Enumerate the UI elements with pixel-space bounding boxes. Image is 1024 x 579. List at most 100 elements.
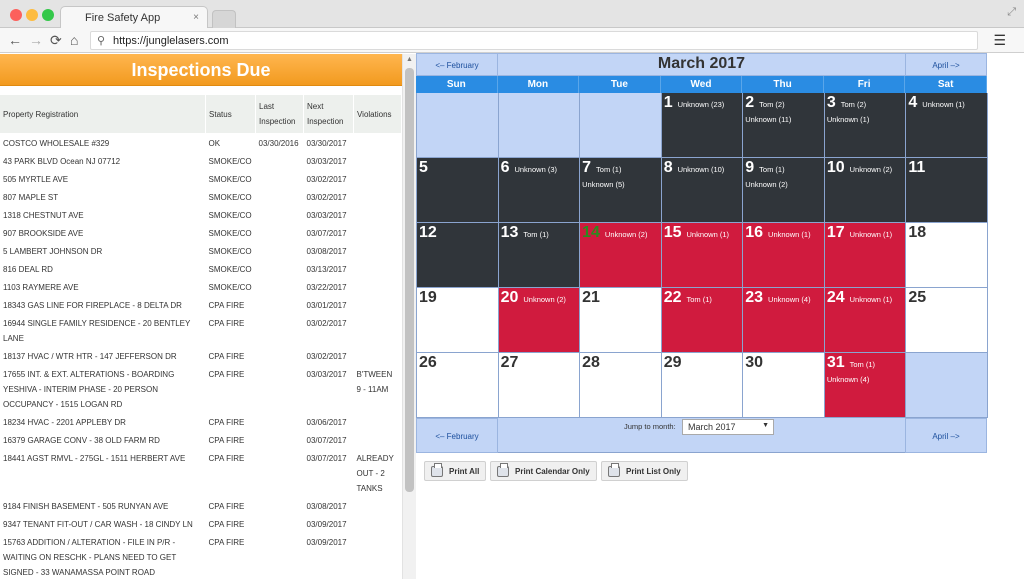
calendar-day[interactable]: 15 Unknown (1) (661, 223, 744, 288)
table-row[interactable]: COSTCO WHOLESALE #329 OK 03/30/2016 03/30/2… (0, 133, 402, 151)
month-select[interactable]: March 2017 ▼ (682, 419, 774, 435)
column-header[interactable]: Last Inspection (255, 95, 304, 133)
print-all-button[interactable]: Print All (424, 461, 487, 481)
table-row[interactable]: 907 BROOKSIDE AVE SMOKE/CO 03/07/2017 (0, 223, 402, 241)
table-row[interactable]: 807 MAPLE ST SMOKE/CO 03/02/2017 (0, 187, 402, 205)
calendar-day[interactable]: 25 (906, 288, 988, 353)
calendar-event[interactable]: Unknown (23) (678, 100, 725, 109)
calendar-day[interactable]: 24 Unknown (1) (824, 288, 907, 353)
prev-month-link[interactable]: <– February (416, 53, 498, 76)
table-row[interactable]: 18234 HVAC - 2201 APPLEBY DR CPA FIRE 03/0… (0, 412, 402, 430)
calendar-event[interactable]: Unknown (4) (768, 295, 811, 304)
calendar-event[interactable]: Tom (1) (850, 360, 875, 369)
calendar-day[interactable]: 26 (417, 353, 499, 418)
calendar-day[interactable]: 14 Unknown (2) (580, 223, 662, 288)
calendar-event[interactable]: Tom (1) (759, 165, 784, 174)
calendar-event[interactable]: Tom (1) (523, 230, 548, 239)
maximize-window-button[interactable] (42, 9, 54, 21)
calendar-day[interactable]: 20 Unknown (2) (498, 288, 581, 353)
minimize-window-button[interactable] (26, 9, 38, 21)
calendar-event[interactable]: Tom (2) (759, 100, 784, 109)
table-row[interactable]: 16379 GARAGE CONV - 38 OLD FARM RD CPA FI… (0, 430, 402, 448)
column-header[interactable]: Status (205, 95, 257, 133)
address-bar[interactable]: ⚲ https://junglelasers.com (90, 31, 978, 50)
calendar-day[interactable]: 3 Tom (2) Unknown (1) (824, 93, 907, 158)
calendar-event[interactable]: Unknown (5) (582, 177, 659, 192)
table-row[interactable]: 1318 CHESTNUT AVE SMOKE/CO 03/03/2017 (0, 205, 402, 223)
calendar-event[interactable]: Unknown (2) (850, 165, 893, 174)
table-row[interactable]: 5 LAMBERT JOHNSON DR SMOKE/CO 03/08/2017 (0, 241, 402, 259)
calendar-event[interactable]: Unknown (1) (850, 230, 893, 239)
calendar-event[interactable]: Tom (2) (841, 100, 866, 109)
calendar-day[interactable]: 10 Unknown (2) (824, 158, 907, 223)
calendar-day[interactable]: 6 Unknown (3) (498, 158, 581, 223)
fullscreen-icon[interactable]: ⤢ (1007, 6, 1016, 19)
new-tab-button[interactable] (212, 10, 236, 28)
column-header[interactable]: Property Registration (0, 95, 207, 133)
table-row[interactable]: 18137 HVAC / WTR HTR - 147 JEFFERSON DR C… (0, 346, 402, 364)
calendar-day[interactable]: 17 Unknown (1) (824, 223, 907, 288)
calendar-event[interactable]: Unknown (2) (745, 177, 822, 192)
home-icon[interactable]: ⌂ (70, 32, 78, 48)
table-row[interactable]: 9184 FINISH BASEMENT - 505 RUNYAN AVE CPA… (0, 496, 402, 514)
calendar-day[interactable]: 22 Tom (1) (661, 288, 744, 353)
calendar-event[interactable]: Unknown (1) (850, 295, 893, 304)
column-header[interactable]: Violations (353, 95, 402, 133)
calendar-day[interactable]: 18 (906, 223, 988, 288)
calendar-day[interactable]: 12 (417, 223, 499, 288)
next-month-link-bottom[interactable]: April –> (905, 418, 987, 453)
calendar-event[interactable]: Unknown (2) (523, 295, 566, 304)
calendar-day[interactable]: 23 Unknown (4) (743, 288, 825, 353)
calendar-day[interactable]: 7 Tom (1) Unknown (5) (580, 158, 662, 223)
table-row[interactable]: 18441 AGST RMVL - 275GL - 1511 HERBERT A… (0, 448, 402, 496)
table-row[interactable]: 15763 ADDITION / ALTERATION - FILE IN P/… (0, 532, 402, 579)
column-header[interactable]: Next Inspection (303, 95, 354, 133)
calendar-day[interactable]: 9 Tom (1) Unknown (2) (743, 158, 825, 223)
tab-close-icon[interactable]: × (193, 12, 199, 23)
calendar-event[interactable]: Unknown (2) (605, 230, 648, 239)
calendar-event[interactable]: Unknown (11) (745, 112, 822, 127)
calendar-event[interactable]: Unknown (3) (514, 165, 557, 174)
calendar-day[interactable]: 13 Tom (1) (498, 223, 581, 288)
next-month-link[interactable]: April –> (905, 53, 987, 76)
print-list-button[interactable]: Print List Only (601, 461, 688, 481)
browser-tab[interactable]: Fire Safety App × (60, 6, 208, 29)
calendar-day[interactable]: 8 Unknown (10) (661, 158, 744, 223)
calendar-event[interactable]: Unknown (1) (827, 112, 904, 127)
calendar-day[interactable]: 5 (417, 158, 499, 223)
table-row[interactable]: 1103 RAYMERE AVE SMOKE/CO 03/22/2017 (0, 277, 402, 295)
table-row[interactable]: 16944 SINGLE FAMILY RESIDENCE - 20 BENTL… (0, 313, 402, 346)
print-calendar-button[interactable]: Print Calendar Only (490, 461, 597, 481)
calendar-event[interactable]: Unknown (10) (678, 165, 725, 174)
prev-month-link-bottom[interactable]: <– February (416, 418, 498, 453)
calendar-day[interactable]: 16 Unknown (1) (743, 223, 825, 288)
back-icon[interactable]: ← (8, 32, 22, 48)
table-row[interactable]: 9347 TENANT FIT-OUT / CAR WASH - 18 CIND… (0, 514, 402, 532)
table-row[interactable]: 17655 INT. & EXT. ALTERATIONS - BOARDING… (0, 364, 402, 412)
calendar-day[interactable]: 11 (906, 158, 988, 223)
forward-icon[interactable]: → (29, 32, 43, 48)
menu-icon[interactable]: ☰ (993, 32, 1006, 49)
calendar-day[interactable]: 1 Unknown (23) (661, 93, 744, 158)
calendar-event[interactable]: Unknown (1) (922, 100, 965, 109)
calendar-day[interactable]: 2 Tom (2) Unknown (11) (743, 93, 825, 158)
scrollbar-thumb[interactable] (405, 68, 414, 492)
calendar-day[interactable]: 28 (580, 353, 662, 418)
calendar-day[interactable]: 30 (743, 353, 825, 418)
calendar-event[interactable]: Unknown (4) (827, 372, 904, 387)
scroll-up-icon[interactable]: ▲ (406, 56, 413, 63)
calendar-event[interactable]: Unknown (1) (686, 230, 729, 239)
calendar-day[interactable]: 29 (661, 353, 744, 418)
calendar-day[interactable]: 4 Unknown (1) (906, 93, 988, 158)
calendar-event[interactable]: Unknown (1) (768, 230, 811, 239)
close-window-button[interactable] (10, 9, 22, 21)
table-row[interactable]: 43 PARK BLVD Ocean NJ 07712 SMOKE/CO 03/03… (0, 151, 402, 169)
calendar-event[interactable]: Tom (1) (686, 295, 711, 304)
table-row[interactable]: 505 MYRTLE AVE SMOKE/CO 03/02/2017 (0, 169, 402, 187)
reload-icon[interactable]: ⟳ (50, 32, 62, 49)
list-scrollbar[interactable]: ▲ (402, 54, 416, 579)
calendar-day[interactable]: 19 (417, 288, 499, 353)
table-row[interactable]: 18343 GAS LINE FOR FIREPLACE - 8 DELTA D… (0, 295, 402, 313)
calendar-day[interactable]: 27 (498, 353, 581, 418)
calendar-day[interactable]: 31 Tom (1) Unknown (4) (824, 353, 907, 418)
